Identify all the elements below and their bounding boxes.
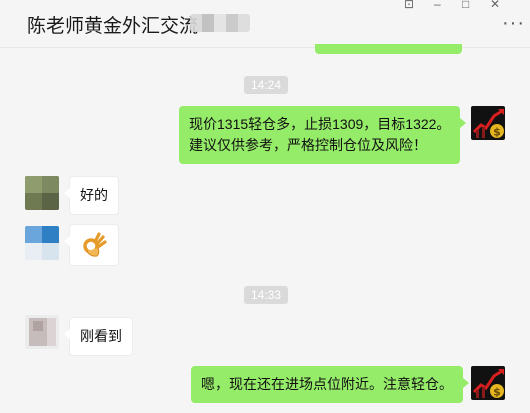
message-text: 刚看到 xyxy=(80,328,122,344)
ok-hand-icon xyxy=(83,232,107,257)
message-bubble-self[interactable]: 现价1315轻仓多，止损1309，目标1322。 建议仅供参考，严格控制仓位及风… xyxy=(179,106,467,164)
blurred-title-suffix xyxy=(190,14,250,32)
person-avatar-icon xyxy=(25,315,59,349)
self-avatar[interactable]: $ xyxy=(471,106,505,140)
message-bubble-self[interactable]: 嗯，现在还在进场点位附近。注意轻仓。 xyxy=(191,366,469,403)
landscape-avatar-icon xyxy=(25,176,59,210)
message-line: 现价1315轻仓多，止损1309，目标1322。 xyxy=(189,116,451,132)
contact-avatar[interactable] xyxy=(25,315,59,349)
self-avatar[interactable]: $ xyxy=(471,366,505,400)
chat-window: 陈老师黄金外汇交流 ⊡ – □ ✕ ··· 14:24 现价1315轻仓多，止损… xyxy=(0,0,530,413)
contact-avatar[interactable] xyxy=(25,176,59,210)
close-button[interactable]: ✕ xyxy=(490,0,500,10)
pin-icon[interactable]: ⊡ xyxy=(404,0,414,10)
sky-avatar-icon xyxy=(25,226,59,260)
minimize-button[interactable]: – xyxy=(434,0,441,10)
timestamp: 14:24 xyxy=(244,76,289,94)
svg-text:$: $ xyxy=(493,386,501,399)
chat-header: 陈老师黄金外汇交流 ⊡ – □ ✕ ··· xyxy=(0,0,530,48)
message-text: 嗯，现在还在进场点位附近。注意轻仓。 xyxy=(201,376,453,392)
contact-avatar[interactable] xyxy=(25,226,59,260)
message-line: 建议仅供参考，严格控制仓位及风险！ xyxy=(189,137,427,153)
chat-title: 陈老师黄金外汇交流 xyxy=(27,16,199,37)
timestamp: 14:33 xyxy=(244,286,289,304)
previous-message-bubble xyxy=(315,44,462,54)
message-text: 好的 xyxy=(80,187,108,203)
message-bubble-contact[interactable]: 刚看到 xyxy=(64,317,133,356)
message-bubble-contact[interactable]: 好的 xyxy=(64,176,119,215)
gold-chart-avatar-icon: $ xyxy=(471,366,505,400)
maximize-button[interactable]: □ xyxy=(462,0,469,10)
more-options-button[interactable]: ··· xyxy=(502,13,525,33)
message-bubble-contact[interactable] xyxy=(64,224,119,266)
svg-text:$: $ xyxy=(493,126,501,139)
gold-chart-avatar-icon: $ xyxy=(471,106,505,140)
